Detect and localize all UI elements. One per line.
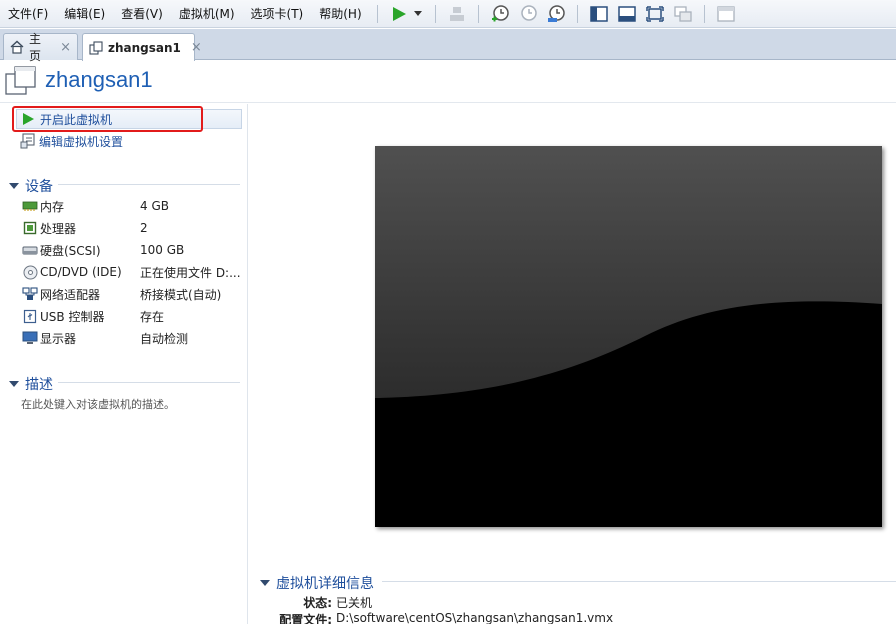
detail-label: 状态: (303, 596, 332, 610)
tab-home[interactable]: 主页 × (3, 32, 78, 63)
full-screen-button[interactable] (644, 3, 666, 25)
section-divider (58, 382, 240, 383)
send-keys-icon (449, 6, 464, 21)
detail-row-config-file: 配置文件: D:\software\centOS\zhangsan\zhangs… (260, 611, 890, 624)
home-icon (10, 40, 24, 54)
devices-section-header[interactable]: 设备 (9, 176, 53, 196)
device-value: 100 GB (140, 243, 185, 257)
menu-tabs[interactable]: 选项卡(T) (243, 4, 312, 24)
revert-snapshot-icon (520, 4, 537, 21)
device-name: 显示器 (40, 331, 77, 346)
detail-value: D:\software\centOS\zhangsan\zhangsan1.vm… (336, 611, 614, 624)
device-row-usb[interactable]: USB 控制器 存在 (22, 306, 244, 326)
devices-section-title: 设备 (25, 179, 53, 195)
description-placeholder[interactable]: 在此处键入对该虚拟机的描述。 (21, 396, 175, 412)
device-value: 桥接模式(自动) (140, 287, 222, 302)
collapse-arrow-icon (9, 183, 19, 189)
usb-icon (22, 308, 38, 324)
play-icon (392, 6, 406, 21)
device-name: 内存 (40, 199, 65, 214)
display-icon (22, 330, 38, 346)
close-icon[interactable]: × (60, 40, 71, 55)
cpu-icon (22, 220, 38, 236)
section-divider (58, 184, 240, 185)
vm-details-section-title: 虚拟机详细信息 (276, 576, 374, 592)
menu-file[interactable]: 文件(F) (0, 4, 56, 24)
toolbar-separator (477, 4, 479, 23)
detail-row-status: 状态: 已关机 (260, 594, 890, 612)
console-view-icon (716, 5, 735, 22)
description-section-header[interactable]: 描述 (9, 374, 53, 394)
device-value: 4 GB (140, 199, 169, 213)
page-title: zhangsan1 (45, 67, 153, 92)
toolbar-separator (434, 4, 436, 23)
menu-bar: 文件(F) 编辑(E) 查看(V) 虚拟机(M) 选项卡(T) 帮助(H) (0, 0, 896, 28)
detail-label: 配置文件: (279, 613, 332, 624)
tab-home-label: 主页 (29, 32, 42, 63)
highlight-box (12, 106, 203, 132)
vm-header: zhangsan1 (0, 61, 896, 103)
left-panel: 开启此虚拟机 编辑虚拟机设置 设备 内存 4 GB 处理器 2 硬盘(SCSI)… (0, 104, 248, 624)
device-name: 网络适配器 (40, 287, 101, 302)
snapshot-clock-icon (491, 4, 509, 21)
network-adapter-icon (22, 286, 38, 302)
preview-graphic (375, 146, 882, 527)
device-value: 2 (140, 221, 148, 235)
device-value: 存在 (140, 309, 165, 324)
full-screen-icon (645, 5, 664, 22)
show-library-button[interactable] (588, 3, 610, 25)
menu-view[interactable]: 查看(V) (113, 4, 171, 24)
vm-icon (89, 40, 103, 55)
toolbar-separator (703, 4, 705, 23)
unity-icon (673, 5, 692, 22)
snapshot-button[interactable] (489, 3, 511, 25)
edit-vm-settings-link[interactable]: 编辑虚拟机设置 (20, 132, 123, 150)
tab-strip: 主页 × zhangsan1 × (0, 29, 896, 63)
memory-icon (22, 198, 38, 214)
snapshot-manager-icon (547, 4, 565, 22)
device-row-memory[interactable]: 内存 4 GB (22, 196, 244, 216)
toolbar-separator (576, 4, 578, 23)
collapse-arrow-icon (260, 580, 270, 586)
revert-snapshot-button[interactable] (517, 3, 539, 25)
library-view-icon (589, 5, 608, 22)
device-row-cpu[interactable]: 处理器 2 (22, 218, 244, 238)
device-row-network[interactable]: 网络适配器 桥接模式(自动) (22, 284, 244, 304)
device-name: USB 控制器 (40, 309, 105, 324)
vm-large-icon (4, 64, 38, 101)
detail-value: 已关机 (336, 596, 373, 610)
device-row-hard-disk[interactable]: 硬盘(SCSI) 100 GB (22, 240, 244, 260)
edit-vm-settings-label: 编辑虚拟机设置 (39, 134, 124, 149)
device-value: 自动检测 (140, 331, 189, 346)
power-on-button[interactable] (388, 3, 410, 25)
close-icon[interactable]: × (191, 40, 202, 55)
console-view-button[interactable] (715, 3, 737, 25)
description-section-title: 描述 (25, 377, 53, 393)
thumbnail-view-icon (617, 5, 636, 22)
snapshot-manager-button[interactable] (545, 3, 567, 25)
toolbar-separator (376, 4, 378, 23)
device-row-display[interactable]: 显示器 自动检测 (22, 328, 244, 348)
vm-details-section-header[interactable]: 虚拟机详细信息 (260, 573, 374, 593)
device-value: 正在使用文件 D:... (140, 265, 241, 280)
device-name: 硬盘(SCSI) (40, 243, 101, 258)
menu-vm[interactable]: 虚拟机(M) (171, 4, 243, 24)
section-divider (382, 581, 896, 582)
unity-button[interactable] (672, 3, 694, 25)
device-row-cd-dvd[interactable]: CD/DVD (IDE) 正在使用文件 D:... (22, 262, 244, 282)
hard-disk-icon (22, 242, 38, 258)
thumbnail-bar-button[interactable] (616, 3, 638, 25)
settings-icon (20, 133, 36, 149)
tab-zhangsan1[interactable]: zhangsan1 × (82, 33, 202, 61)
device-name: 处理器 (40, 221, 77, 236)
power-dropdown-icon[interactable] (413, 11, 422, 16)
menu-edit[interactable]: 编辑(E) (56, 4, 113, 24)
cd-dvd-icon (22, 264, 38, 280)
send-keys-button[interactable] (446, 3, 468, 25)
tab-zhangsan1-label: zhangsan1 (108, 40, 181, 55)
menu-help[interactable]: 帮助(H) (311, 4, 369, 24)
collapse-arrow-icon (9, 381, 19, 387)
device-name: CD/DVD (IDE) (40, 265, 122, 279)
vm-screen-preview[interactable] (375, 146, 882, 527)
